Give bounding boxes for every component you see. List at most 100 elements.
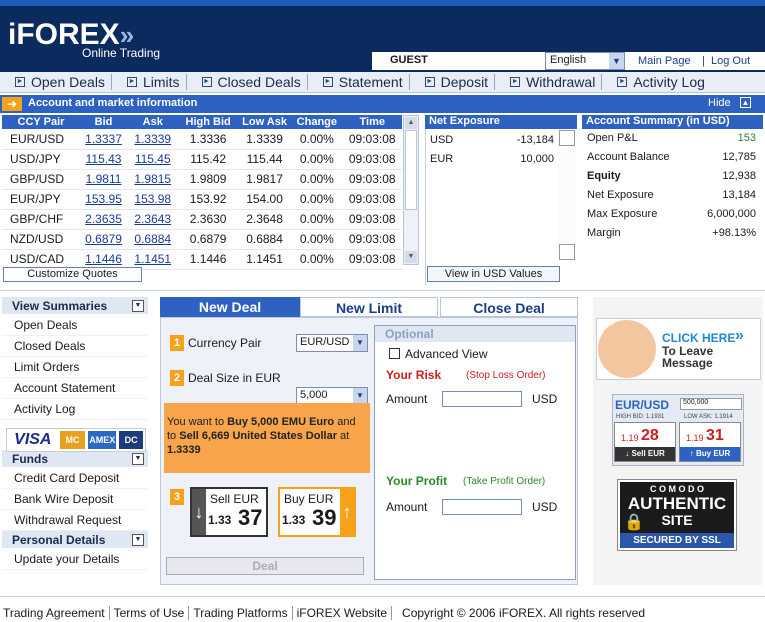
sidebar-item-open-deals[interactable]: Open Deals [2,315,148,336]
bid-link[interactable]: 1.3337 [79,129,128,150]
buy-eur-button[interactable]: ↑ Buy EUR 1.33 39 [278,487,356,537]
nav-statement[interactable]: ► Statement [308,74,410,90]
scroll-thumb[interactable] [405,130,417,210]
ask-link[interactable]: 1.1451 [127,249,179,270]
customize-quotes-button[interactable]: Customize Quotes [3,267,142,282]
ask-link[interactable]: 2.3643 [127,209,179,230]
ask-link[interactable]: 1.3339 [127,129,179,150]
arrow-icon: ► [424,77,435,87]
column-header: Low Ask [237,115,292,129]
sidebar-item-closed-deals[interactable]: Closed Deals [2,336,148,357]
collapse-up-icon[interactable]: ▲ [740,97,751,108]
footer-link-platforms[interactable]: Trading Platforms [189,606,293,620]
section-title: Account and market information [28,97,198,109]
footer-link-terms[interactable]: Terms of Use [110,606,190,620]
quote-row[interactable]: USD/CAD 1.1446 1.1451 1.1446 1.1451 0.00% 09:0… [2,249,402,270]
tab-close-deal[interactable]: Close Deal [440,297,578,317]
view-summaries-header[interactable]: View Summaries ▼ [2,297,148,315]
sidebar-item-withdrawal-request[interactable]: Withdrawal Request [2,510,148,531]
bid-link[interactable]: 0.6879 [79,229,128,250]
change: 0.00% [291,129,343,150]
sell-label: Sell EUR [210,492,259,506]
main-page-link[interactable]: Main Page [638,55,691,67]
stop-loss-amount-input[interactable] [442,391,522,407]
tab-new-deal[interactable]: New Deal [160,297,300,317]
view-usd-button[interactable]: View in USD Values [427,266,560,282]
footer-link-trading-agreement[interactable]: Trading Agreement [3,606,110,620]
sidebar-item-credit-card-deposit[interactable]: Credit Card Deposit [2,468,148,489]
high-bid: 1.1446 [178,249,238,270]
bid-link[interactable]: 2.3635 [79,209,128,230]
copyright: Copyright © 2006 iFOREX. All rights rese… [402,606,645,620]
quote-row[interactable]: EUR/USD 1.3337 1.3339 1.3336 1.3339 0.00% 09:0… [2,129,402,150]
ask-link[interactable]: 115.45 [127,149,179,170]
nav-closed-deals[interactable]: ► Closed Deals [187,74,308,90]
scroll-down-icon[interactable]: ▼ [405,251,417,263]
footer-link-website[interactable]: iFOREX Website [293,606,393,620]
ask-link[interactable]: 1.9815 [127,169,179,190]
nav-limits[interactable]: ► Limits [112,74,187,90]
advanced-view-checkbox[interactable] [389,348,400,359]
summary-rate: 1.3339 [167,444,201,456]
arrow-icon: ► [126,77,137,87]
quote-row[interactable]: GBP/CHF 2.3635 2.3643 2.3630 2.3648 0.00% 09:0… [2,209,402,230]
funds-header[interactable]: Funds ▼ [2,450,148,468]
bid-link[interactable]: 115.43 [79,149,128,170]
scroll-up-icon[interactable]: ▲ [405,117,417,129]
chevron-down-icon[interactable]: ▼ [132,534,144,546]
bid-link[interactable]: 1.9811 [79,169,128,190]
language-value: English [550,54,587,66]
sidebar-item-activity-log[interactable]: Activity Log [2,399,148,420]
column-header: High Bid [178,115,238,129]
mini-buy-box: 1.19 31 ↑ Buy EUR [679,422,741,462]
chevron-down-icon[interactable]: ▼ [132,300,144,312]
change: 0.00% [291,189,343,210]
secured-ssl-text: SECURED BY SSL [620,533,734,548]
buy-ccy: EUR [308,492,334,506]
quote-row[interactable]: NZD/USD 0.6879 0.6884 0.6879 0.6884 0.00% 09:0… [2,229,402,250]
sidebar-header-label: View Summaries [12,299,108,313]
nav-activity-log[interactable]: ► Activity Log [602,74,711,90]
quote-row[interactable]: GBP/USD 1.9811 1.9815 1.9809 1.9817 0.00% 09:0… [2,169,402,190]
quote-row[interactable]: USD/JPY 115.43 115.45 115.42 115.44 0.00% 09:0… [2,149,402,170]
quote-row[interactable]: EUR/JPY 153.95 153.98 153.92 154.00 0.00% 09:0… [2,189,402,210]
tab-new-limit[interactable]: New Limit [300,297,438,317]
column-header: Time [342,115,402,129]
scroll-button[interactable] [559,244,575,260]
high-bid: 1.3336 [178,129,238,150]
ccy-pair: EUR/JPY [2,189,80,210]
currency-pair-select[interactable]: EUR/USD ▼ [296,334,368,352]
summary-value: 153 [737,132,756,144]
sell-eur-button[interactable]: ↓ Sell EUR 1.33 37 [190,487,268,537]
ask-link[interactable]: 0.6884 [127,229,179,250]
summary-label: Net Exposure [587,189,654,201]
deal-button[interactable]: Deal [166,557,364,575]
log-out-link[interactable]: Log Out [711,55,750,67]
take-profit-amount-input[interactable] [442,499,522,515]
nav-open-deals[interactable]: ► Open Deals [0,74,112,90]
language-select[interactable]: English ▼ [545,52,625,70]
quotes-scrollbar[interactable]: ▲ ▼ [403,115,419,265]
bid-link[interactable]: 1.1446 [79,249,128,270]
comodo-text: C O M O D O [650,484,704,494]
net-exposure-scrollbar[interactable] [558,130,576,260]
sidebar-item-limit-orders[interactable]: Limit Orders [2,357,148,378]
sidebar-item-account-statement[interactable]: Account Statement [2,378,148,399]
summary-value: 12,938 [722,170,756,182]
divider [0,596,765,597]
chevron-down-icon[interactable]: ▼ [132,453,144,465]
nav-withdrawal[interactable]: ► Withdrawal [495,74,603,90]
hide-link[interactable]: Hide [708,97,731,109]
sidebar-item-update-details[interactable]: Update your Details [2,549,148,570]
scroll-button[interactable] [559,130,575,146]
summary-label: Margin [587,227,621,239]
bid-link[interactable]: 153.95 [79,189,128,210]
nav-label: Activity Log [633,74,705,90]
personal-details-header[interactable]: Personal Details ▼ [2,531,148,549]
sidebar-item-bank-wire-deposit[interactable]: Bank Wire Deposit [2,489,148,510]
low-ask: 115.44 [237,149,292,170]
padlock-icon: 🔒 [624,514,644,531]
nav-label: Withdrawal [526,74,596,90]
ask-link[interactable]: 153.98 [127,189,179,210]
nav-deposit[interactable]: ► Deposit [410,74,496,90]
